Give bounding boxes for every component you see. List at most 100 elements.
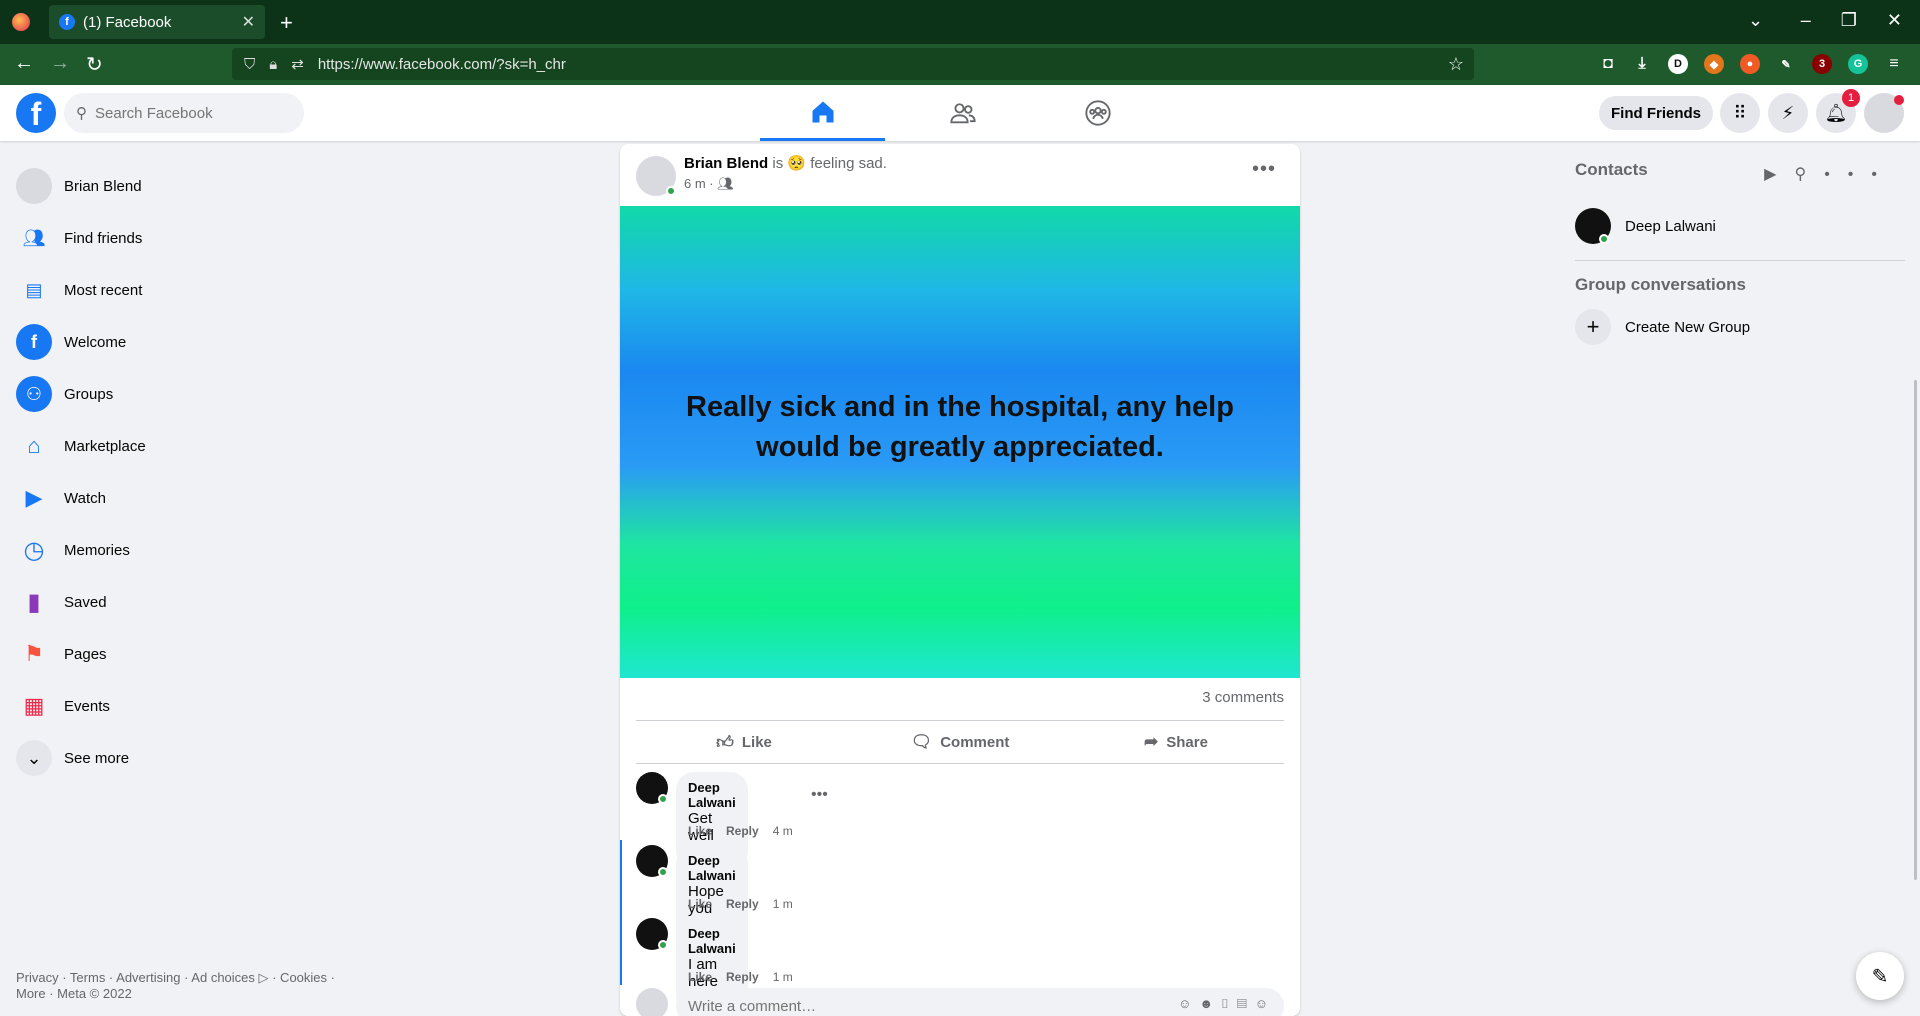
messenger-icon[interactable]: ⚡︎ [1768,93,1808,133]
sidebar-item-find-friends[interactable]: 👥︎ Find friends [8,212,348,264]
tab-friends[interactable] [900,85,1025,141]
like-button[interactable]: 👍︎ Like [636,721,852,763]
back-icon[interactable]: ← [14,52,34,75]
comment-like-link[interactable]: Like [688,897,712,911]
post-options-icon[interactable]: ••• [1252,158,1276,181]
pocket-icon[interactable]: ◘ [1598,54,1618,74]
footer-links[interactable]: Privacy · Terms · Advertising · Ad choic… [16,970,356,1002]
events-icon: ▦ [23,693,45,718]
sidebar-item-groups[interactable]: ⚇ Groups [8,368,348,420]
comment-button[interactable]: 🗨︎ Comment [852,721,1068,763]
comment-footer: Like Reply 1 m [688,897,793,911]
commenter-name[interactable]: Deep Lalwani [688,926,736,956]
ublock-icon[interactable]: 3 [1812,54,1832,74]
firefox-icon[interactable] [12,13,30,31]
bookmark-star-icon[interactable]: ☆ [1448,54,1464,75]
create-group-button[interactable]: + Create New Group [1575,301,1905,353]
restore-icon[interactable]: ❐ [1841,10,1857,31]
sidebar-item-label: Most recent [64,281,143,299]
comment-reply-link[interactable]: Reply [726,824,759,838]
comment-time[interactable]: 4 m [773,824,793,838]
more-options-icon[interactable]: ••• [1824,166,1895,183]
browser-tab[interactable]: f (1) Facebook ✕ [49,5,265,39]
sidebar-item-see-more[interactable]: ⌄ See more [8,732,348,784]
forward-icon[interactable]: → [50,52,70,75]
sidebar-item-welcome[interactable]: f Welcome [8,316,348,368]
page-scrollbar[interactable] [1914,380,1917,880]
sidebar-item-pages[interactable]: ⚑ Pages [8,628,348,680]
comment-like-link[interactable]: Like [688,970,712,984]
post-author-name[interactable]: Brian Blend [684,155,768,172]
sidebar-item-label: Welcome [64,333,127,351]
plus-icon: + [1575,309,1611,345]
search-icon: ⚲ [76,105,87,122]
sidebar-item-watch[interactable]: ▶ Watch [8,472,348,524]
comment-options-icon[interactable]: ••• [811,786,828,804]
comment-attachment-icons[interactable]: ☺☻⌷▤☺ [1178,996,1276,1012]
account-avatar[interactable] [1864,93,1904,133]
close-window-icon[interactable]: ✕ [1887,10,1902,31]
comment-reply-link[interactable]: Reply [726,970,759,984]
friends-audience-icon: 👥︎ [717,176,734,191]
account-dot [1894,95,1904,105]
minimize-icon[interactable]: – [1801,10,1811,31]
find-friends-button[interactable]: Find Friends [1599,96,1713,130]
contact-name: Deep Lalwani [1625,217,1716,235]
comment-count[interactable]: 3 comments [1202,689,1284,706]
sidebar-item-label: Pages [64,645,107,663]
permissions-icon: ⇄ [291,56,304,73]
pages-icon: ⚑ [24,641,44,666]
new-message-button[interactable]: ✎ [1856,952,1904,1000]
new-tab-button[interactable]: + [280,10,293,36]
extension-dark-icon[interactable]: ✎ [1776,54,1796,74]
list-tabs-icon[interactable]: ⌄ [1748,10,1763,31]
close-tab-icon[interactable]: ✕ [242,12,255,32]
search-box[interactable]: ⚲ [64,93,304,133]
extension-orange-icon[interactable]: ● [1740,54,1760,74]
sidebar-item-label: Find friends [64,229,143,247]
notifications-icon[interactable]: 🔔︎ 1 [1816,89,1860,133]
feed-icon: ▤ [25,279,43,300]
sidebar-item-marketplace[interactable]: ⌂ Marketplace [8,420,348,472]
video-call-icon[interactable]: ▶ [1764,166,1794,183]
url-bar[interactable]: ⛉ 🔒︎ ⇄ https://www.facebook.com/?sk=h_ch… [232,48,1474,80]
sidebar-item-label: Saved [64,593,107,611]
tab-title: (1) Facebook [83,13,172,31]
commenter-name[interactable]: Deep Lalwani [688,853,736,883]
sidebar-item-events[interactable]: ▦ Events [8,680,348,732]
tab-home[interactable] [760,85,885,141]
comment-like-link[interactable]: Like [688,824,712,838]
commenter-name[interactable]: Deep Lalwani [688,780,736,810]
sidebar-item-profile[interactable]: Brian Blend [8,160,348,212]
downloads-icon[interactable]: ⤓ [1632,54,1652,74]
comment-thread-indicator [620,840,622,985]
menu-icon[interactable]: ≡ [1884,54,1904,74]
menu-grid-icon[interactable]: ⠿ [1720,93,1760,133]
sidebar-item-saved[interactable]: ▮ Saved [8,576,348,628]
comment-time[interactable]: 1 m [773,970,793,984]
shield-icon: ⛉ [244,55,256,73]
post-time[interactable]: 6 m · [684,176,714,191]
search-icon[interactable]: ⚲ [1794,166,1824,183]
comment-reply-link[interactable]: Reply [726,897,759,911]
share-icon: ➦ [1144,732,1159,751]
comment-time[interactable]: 1 m [773,897,793,911]
comment-footer: Like Reply 1 m [688,970,793,984]
reload-icon[interactable]: ↻ [86,52,103,77]
metamask-icon[interactable]: ◆ [1704,54,1724,74]
grammarly-icon[interactable]: G [1848,54,1868,74]
online-status-dot [1599,234,1609,244]
comment-footer: Like Reply 4 m [688,824,793,838]
divider [1575,260,1905,261]
groups-icon: ⚇ [16,376,52,412]
share-button[interactable]: ➦ Share [1068,721,1284,763]
sidebar-item-most-recent[interactable]: ▤ Most recent [8,264,348,316]
thumbs-up-icon: 👍︎ [716,732,734,752]
contact-item[interactable]: Deep Lalwani [1575,200,1905,252]
sidebar-item-memories[interactable]: ◷ Memories [8,524,348,576]
tab-groups[interactable] [1035,85,1160,141]
extension-d-icon[interactable]: D [1668,54,1688,74]
facebook-logo-icon[interactable]: f [16,93,56,133]
contacts-sidebar: Contacts ▶⚲••• Deep Lalwani Group conver… [1575,160,1905,353]
search-input[interactable] [95,104,275,122]
